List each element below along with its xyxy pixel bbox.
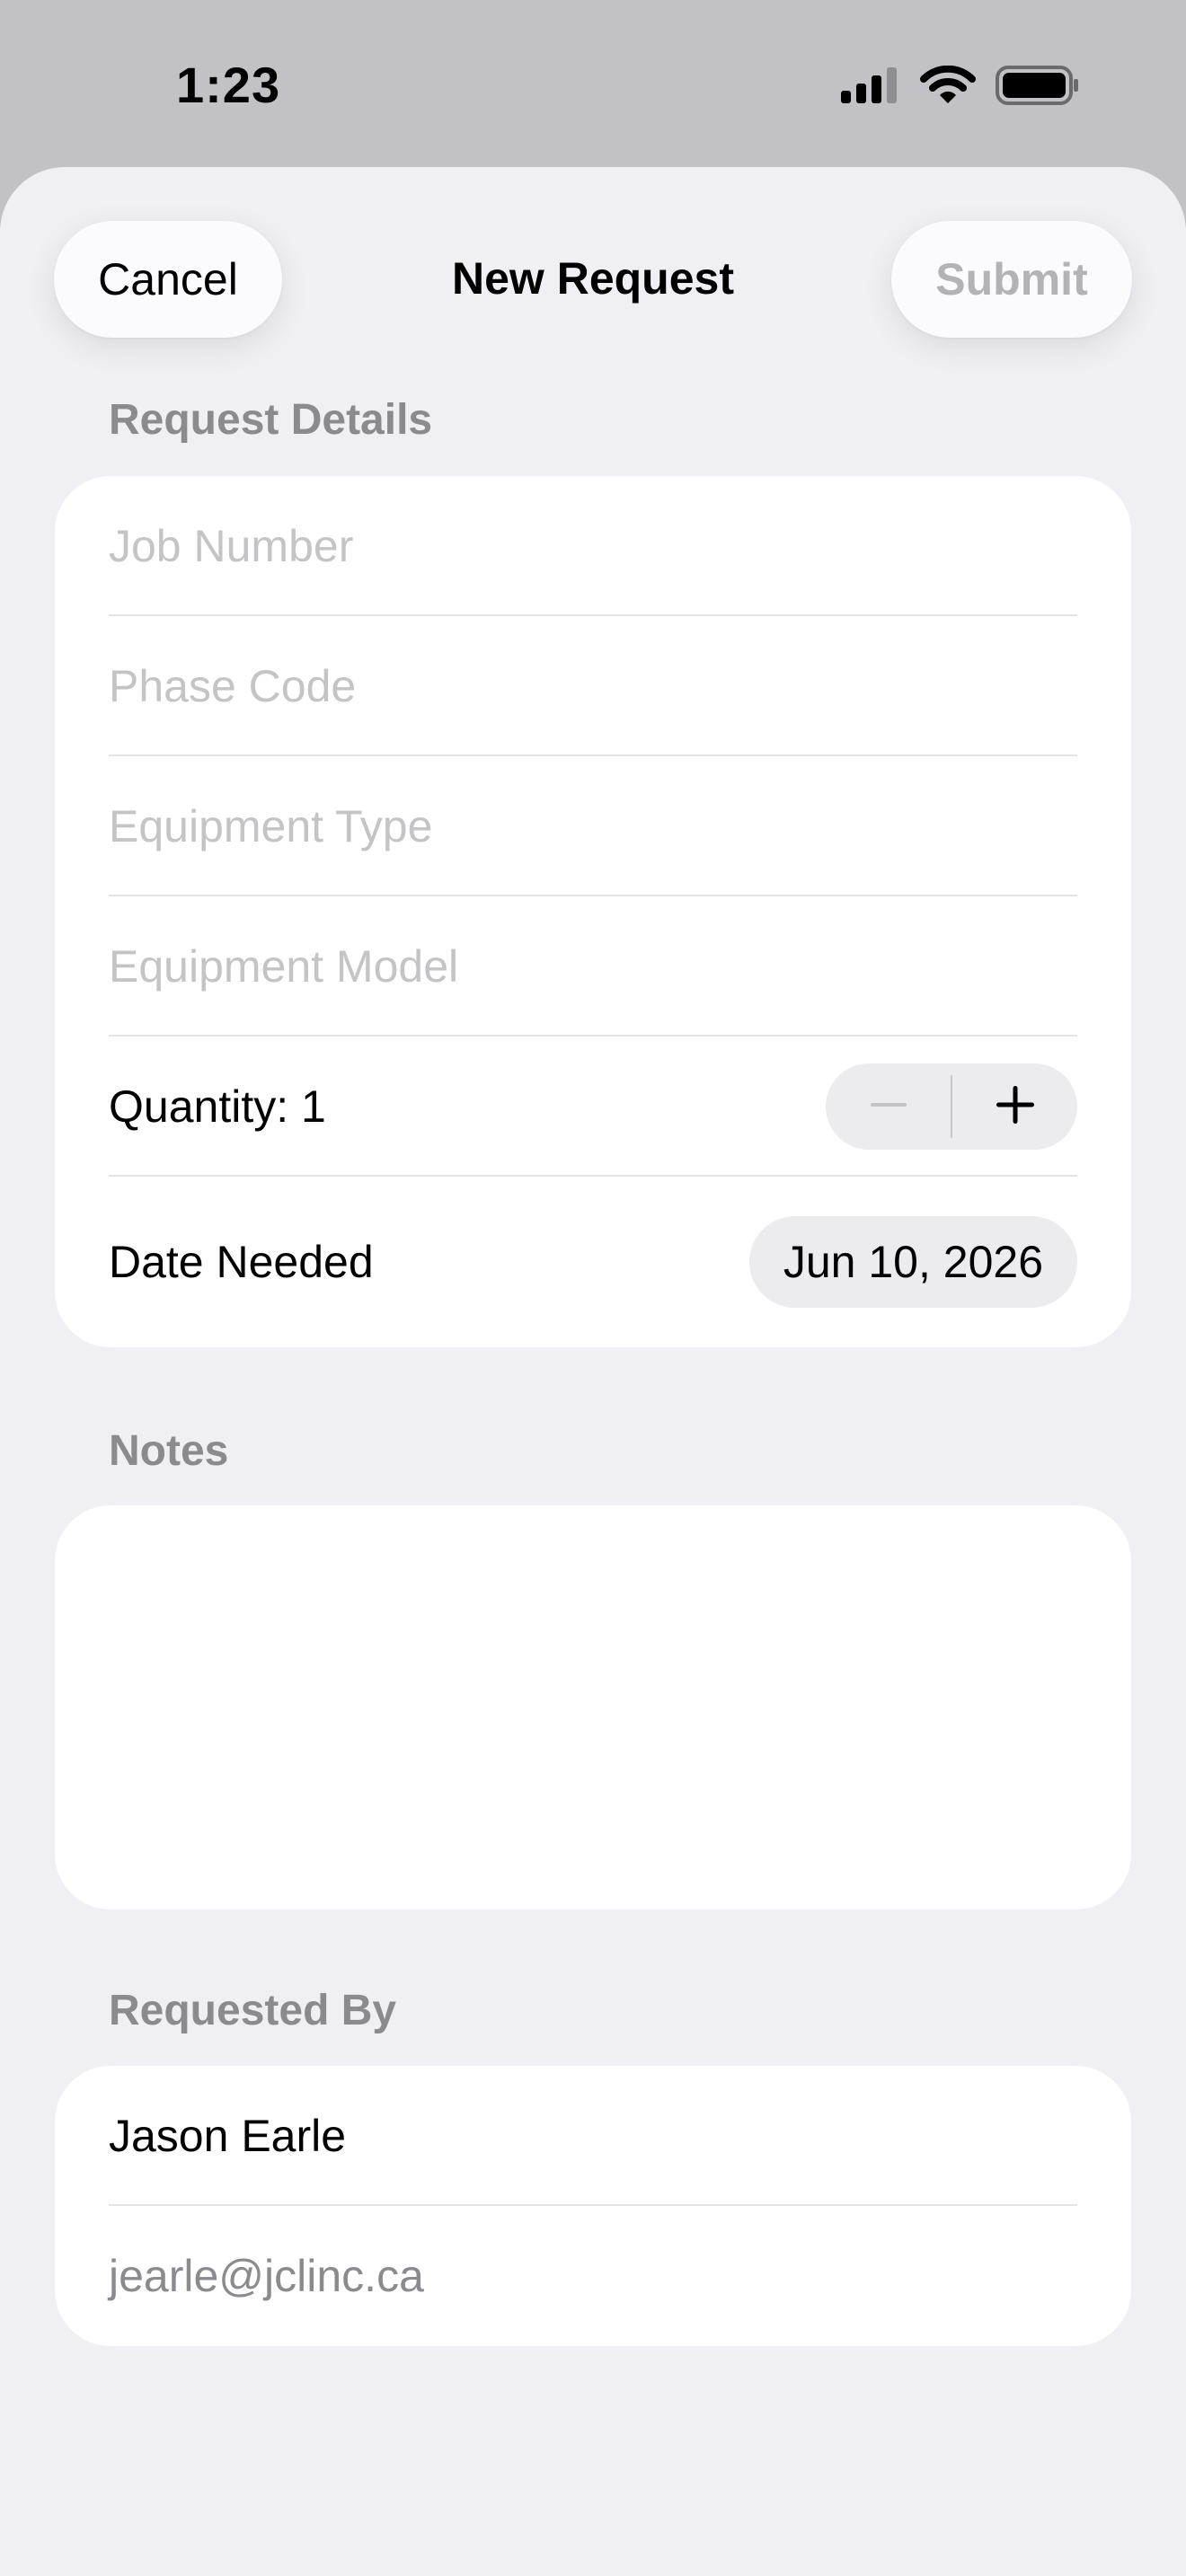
equipment-type-input[interactable] <box>109 756 1077 896</box>
section-header-notes: Notes <box>109 1427 229 1475</box>
notes-card <box>55 1505 1131 1910</box>
section-header-request-details: Request Details <box>109 396 433 444</box>
job-number-input[interactable] <box>109 476 1077 616</box>
date-needed-label: Date Needed <box>109 1237 374 1287</box>
equipment-model-input[interactable] <box>109 896 1077 1037</box>
quantity-row: Quantity: 1 <box>55 1037 1131 1177</box>
new-request-sheet: Cancel New Request Submit Request Detail… <box>0 167 1186 2576</box>
status-time: 1:23 <box>176 57 281 113</box>
equipment-type-row <box>55 756 1131 896</box>
requester-email: jearle@jclinc.ca <box>109 2251 424 2301</box>
minus-icon <box>869 1085 908 1129</box>
quantity-label: Quantity: 1 <box>109 1081 326 1132</box>
wifi-icon <box>920 66 976 105</box>
request-details-card: Quantity: 1 <box>55 476 1131 1347</box>
phase-code-input[interactable] <box>109 616 1077 756</box>
quantity-stepper <box>826 1063 1077 1150</box>
requester-email-row: jearle@jclinc.ca <box>55 2206 1131 2346</box>
date-needed-row: Date Needed Jun 10, 2026 <box>55 1177 1131 1347</box>
phase-code-row <box>55 616 1131 756</box>
requester-name: Jason Earle <box>109 2111 347 2161</box>
status-icons <box>841 65 1080 106</box>
increment-button[interactable] <box>952 1063 1077 1150</box>
submit-button[interactable]: Submit <box>891 221 1132 338</box>
cellular-signal-icon <box>841 66 900 105</box>
battery-icon <box>996 65 1080 106</box>
equipment-model-row <box>55 896 1131 1037</box>
requested-by-card: Jason Earle jearle@jclinc.ca <box>55 2066 1131 2346</box>
date-picker-button[interactable]: Jun 10, 2026 <box>748 1216 1077 1308</box>
decrement-button[interactable] <box>826 1063 951 1150</box>
job-number-row <box>55 476 1131 616</box>
status-bar: 1:23 <box>0 0 1186 167</box>
section-header-requested-by: Requested By <box>109 1987 397 2034</box>
requester-name-row: Jason Earle <box>55 2066 1131 2206</box>
plus-icon <box>995 1084 1036 1130</box>
notes-textarea[interactable] <box>109 1541 1077 1874</box>
